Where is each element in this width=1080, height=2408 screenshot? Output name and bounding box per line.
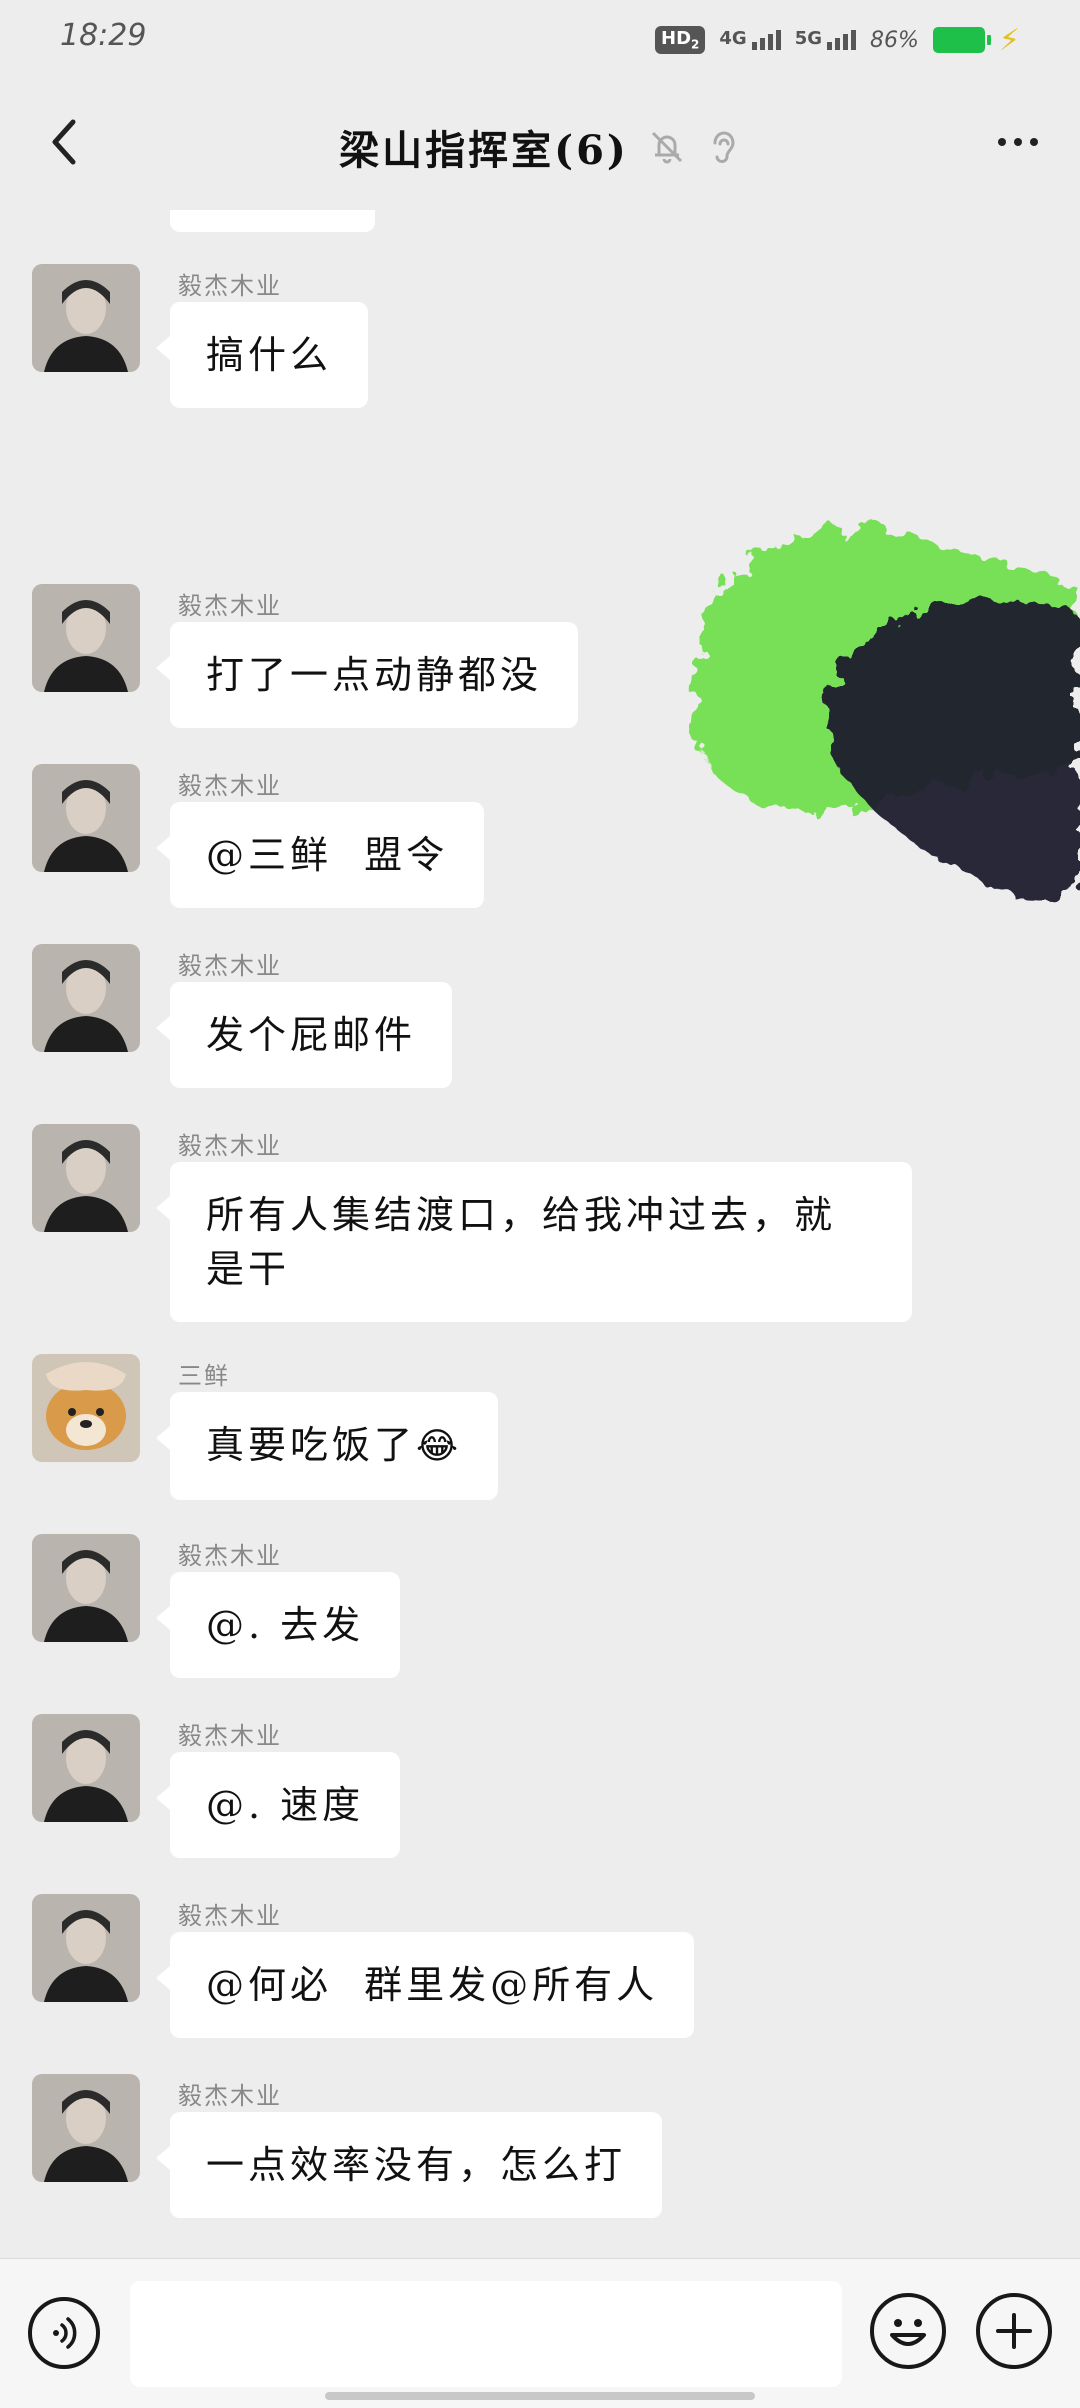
- avatar[interactable]: [32, 1124, 140, 1232]
- sender-name: 毅杰木业: [178, 592, 282, 620]
- avatar[interactable]: [32, 2074, 140, 2182]
- avatar[interactable]: [32, 944, 140, 1052]
- more-dot: [998, 138, 1006, 146]
- sender-name: 毅杰木业: [178, 772, 282, 800]
- message-bubble[interactable]: @三鲜 盟令: [155, 802, 485, 908]
- avatar[interactable]: [32, 1534, 140, 1642]
- net-4g-label: 4G: [719, 28, 747, 49]
- avatar[interactable]: [32, 1714, 140, 1822]
- avatar[interactable]: [32, 764, 140, 872]
- message-bubble[interactable]: @. 去发: [155, 1572, 401, 1678]
- ear-icon: [713, 131, 735, 164]
- sender-name: 毅杰木业: [178, 1132, 282, 1160]
- input-bar: [0, 2258, 1080, 2408]
- message-bubble[interactable]: 真要吃饭了😂: [155, 1392, 499, 1500]
- message-bubble[interactable]: 打了一点动静都没: [155, 622, 579, 728]
- tears-of-joy-emoji-icon: 😂: [416, 1426, 463, 1467]
- status-icons: HD2 4G 5G 86% ⚡: [655, 20, 1020, 60]
- chat-header: 梁山指挥室(6): [0, 80, 1080, 210]
- avatar[interactable]: [32, 1894, 140, 2002]
- more-dot: [1014, 138, 1022, 146]
- sender-name: 毅杰木业: [178, 272, 282, 300]
- plus-icon: [996, 2313, 1032, 2349]
- charging-icon: ⚡: [998, 22, 1020, 58]
- signal-4g-icon: 4G: [719, 28, 781, 50]
- message-bubble[interactable]: 一点效率没有，怎么打: [155, 2112, 663, 2218]
- avatar[interactable]: [32, 1354, 140, 1462]
- message-bubble[interactable]: 发个屁邮件: [155, 982, 453, 1088]
- status-bar: 18:29 HD2 4G 5G 86% ⚡: [0, 0, 1080, 80]
- sender-name: 毅杰木业: [178, 1722, 282, 1750]
- message-bubble[interactable]: 所有人集结渡口，给我冲过去，就 是干: [156, 1162, 912, 1322]
- hd-label: HD: [661, 28, 692, 50]
- message-text: 真要吃饭了: [206, 1423, 417, 1467]
- message-bubble[interactable]: @何必 群里发@所有人: [155, 1932, 695, 2038]
- message-line: 是干: [206, 1247, 291, 1291]
- voice-icon: [53, 2317, 77, 2349]
- sender-name: 毅杰木业: [178, 952, 282, 980]
- home-indicator: [325, 2392, 755, 2400]
- message-bubble[interactable]: @. 速度: [155, 1752, 401, 1858]
- voice-button[interactable]: [28, 2297, 100, 2369]
- avatar[interactable]: [32, 584, 140, 692]
- status-time: 18:29: [60, 18, 147, 53]
- sender-name: 毅杰木业: [178, 2082, 282, 2110]
- emoji-button[interactable]: [870, 2293, 946, 2369]
- plus-button[interactable]: [976, 2293, 1052, 2369]
- message-bubble[interactable]: 搞什么: [155, 302, 369, 408]
- message-line: 所有人集结渡口，给我冲过去，就: [206, 1193, 837, 1237]
- mute-bell-icon: [651, 131, 682, 164]
- hd-sub: 2: [691, 37, 700, 52]
- hd-icon: HD2: [655, 26, 706, 54]
- emoji-icon: [890, 2319, 926, 2346]
- avatar[interactable]: [32, 264, 140, 372]
- message-input[interactable]: [130, 2281, 842, 2387]
- partial-message-bubble: [170, 210, 375, 232]
- net-5g-label: 5G: [794, 28, 823, 49]
- chat-title: 梁山指挥室(6): [339, 127, 629, 174]
- sender-name: 三鲜: [178, 1362, 230, 1390]
- chat-messages[interactable]: 毅杰木业 搞什么 毅杰木业 打了一点动静都没 毅杰木业 @三鲜 盟令 毅杰木业 …: [0, 210, 1080, 2260]
- sender-name: 毅杰木业: [178, 1542, 282, 1570]
- paint-splash-image: [692, 527, 1080, 897]
- more-dot: [1030, 138, 1038, 146]
- signal-5g-icon: 5G: [794, 28, 857, 50]
- battery-percent: 86%: [870, 27, 919, 53]
- title-group: 梁山指挥室(6): [0, 118, 1080, 176]
- sender-name: 毅杰木业: [178, 1902, 282, 1930]
- battery-icon: [932, 27, 991, 53]
- more-button[interactable]: [986, 122, 1050, 162]
